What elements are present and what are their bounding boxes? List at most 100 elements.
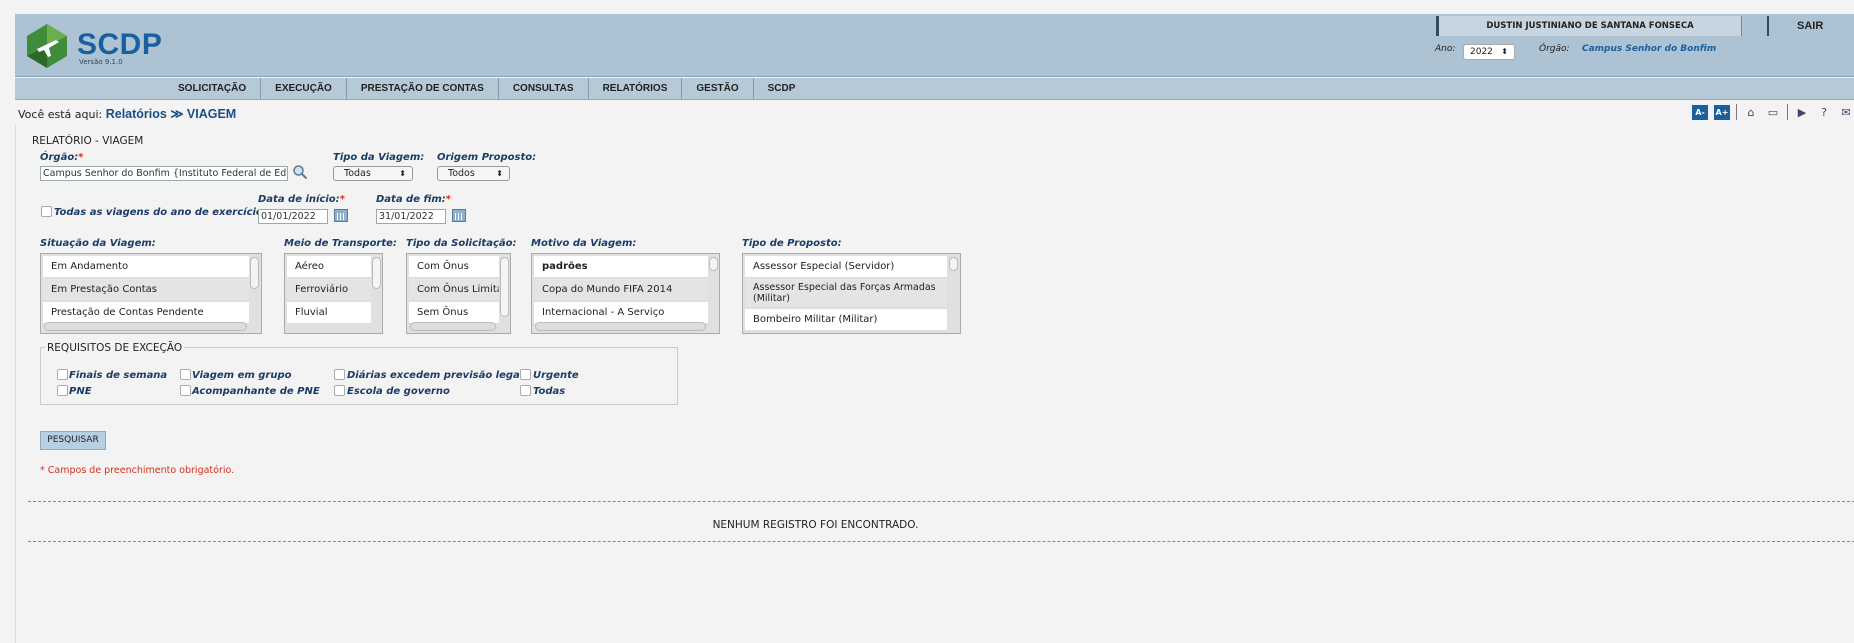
menu-prestacao-contas[interactable]: PRESTAÇÃO DE CONTAS <box>347 78 499 99</box>
list-item[interactable]: padrões <box>534 256 708 278</box>
horizontal-scrollbar[interactable] <box>410 322 496 331</box>
logout-separator <box>1767 16 1769 36</box>
select-arrows-icon: ⬍ <box>399 169 406 178</box>
select-arrows-icon: ⬍ <box>1501 47 1508 56</box>
home-icon[interactable]: ⌂ <box>1743 105 1759 120</box>
list-item[interactable]: Aéreo <box>287 256 371 278</box>
logo-text: SCDP <box>77 28 163 61</box>
list-item[interactable]: Ferroviário <box>287 279 371 301</box>
list-item[interactable]: Com Ônus Limitado <box>409 279 499 301</box>
vertical-scrollbar[interactable] <box>949 257 958 271</box>
menu-scdp[interactable]: SCDP <box>754 78 810 99</box>
font-decrease-icon[interactable]: A- <box>1692 104 1708 120</box>
divider <box>28 541 1854 542</box>
ano-select[interactable]: 2022 ⬍ <box>1463 44 1515 60</box>
tipo-viagem-select[interactable]: Todas ⬍ <box>333 166 413 181</box>
orgao-header-value[interactable]: Campus Senhor do Bonfim <box>1582 44 1716 54</box>
data-fim-label-text: Data de fim: <box>376 194 446 205</box>
diarias-excedem-checkbox[interactable] <box>334 369 345 380</box>
required-mark: * <box>78 152 84 163</box>
tipo-proposto-listbox[interactable]: Assessor Especial (Servidor) Assessor Es… <box>742 253 961 334</box>
list-item[interactable]: Em Andamento <box>43 256 249 278</box>
todas-viagens-checkbox[interactable] <box>41 206 52 217</box>
vertical-scrollbar[interactable] <box>709 257 718 271</box>
toolbar-separator <box>1787 104 1788 120</box>
menu-solicitacao[interactable]: SOLICITAÇÃO <box>164 78 262 99</box>
required-mark: * <box>445 194 452 205</box>
origem-value: Todos <box>448 168 475 179</box>
finais-semana-label: Finais de semana <box>69 370 168 381</box>
menu-execucao[interactable]: EXECUÇÃO <box>261 78 347 99</box>
toolbar: A- A+ ⌂ ▭ ▶ ? ✉ <box>1692 104 1854 120</box>
pne-checkbox[interactable] <box>57 385 68 396</box>
mail-icon[interactable]: ✉ <box>1838 105 1854 120</box>
list-item[interactable]: Com Ônus <box>409 256 499 278</box>
ano-label: Ano: <box>1435 44 1456 54</box>
vertical-scrollbar[interactable] <box>372 257 381 289</box>
video-icon[interactable]: ▶ <box>1794 105 1810 120</box>
calendar-icon[interactable] <box>452 209 466 222</box>
data-inicio-input[interactable]: 01/01/2022 <box>258 209 328 224</box>
list-item[interactable]: Internacional - A Serviço <box>534 302 708 324</box>
ano-value: 2022 <box>1470 47 1493 57</box>
orgao-label: Órgão:* <box>40 152 83 163</box>
todas-requisitos-label: Todas <box>533 386 566 397</box>
escola-governo-checkbox[interactable] <box>334 385 345 396</box>
divider <box>28 501 1854 502</box>
required-note: * Campos de preenchimento obrigatório. <box>40 465 235 476</box>
list-item[interactable]: Copa do Mundo FIFA 2014 <box>534 279 708 301</box>
origem-select[interactable]: Todos ⬍ <box>437 166 510 181</box>
breadcrumb-path[interactable]: Relatórios ≫ VIAGEM <box>106 107 236 121</box>
menu-consultas[interactable]: CONSULTAS <box>499 78 589 99</box>
tipo-viagem-label: Tipo da Viagem: <box>333 152 425 163</box>
list-item[interactable]: Fluvial <box>287 302 371 324</box>
pne-label: PNE <box>69 386 92 397</box>
meio-transporte-listbox[interactable]: Aéreo Ferroviário Fluvial <box>284 253 383 334</box>
data-fim-input[interactable]: 31/01/2022 <box>376 209 446 224</box>
diarias-excedem-label: Diárias excedem previsão legal <box>347 370 524 381</box>
menu-gestao[interactable]: GESTÃO <box>682 78 754 99</box>
data-inicio-label-text: Data de início: <box>258 194 340 205</box>
toolbar-separator <box>1736 104 1737 120</box>
orgao-input[interactable]: Campus Senhor do Bonfim {Instituto Feder… <box>40 166 288 181</box>
pesquisar-button[interactable]: PESQUISAR <box>40 431 106 450</box>
vertical-scrollbar[interactable] <box>250 257 259 289</box>
meio-transporte-label: Meio de Transporte: <box>284 238 397 249</box>
orgao-label-text: Órgão: <box>40 152 79 163</box>
list-item[interactable]: Assessor Especial (Servidor) <box>745 256 947 278</box>
help-icon[interactable]: ? <box>1816 105 1832 120</box>
list-item[interactable]: Assessor Especial das Forças Armadas (Mi… <box>745 279 947 308</box>
list-item[interactable]: Bombeiro Militar (Militar) <box>745 309 947 331</box>
urgente-checkbox[interactable] <box>520 369 531 380</box>
page-title: RELATÓRIO - VIAGEM <box>32 135 144 147</box>
font-increase-icon[interactable]: A+ <box>1714 104 1730 120</box>
situacao-listbox[interactable]: Em Andamento Em Prestação Contas Prestaç… <box>40 253 262 334</box>
horizontal-scrollbar[interactable] <box>44 322 247 331</box>
viagem-grupo-checkbox[interactable] <box>180 369 191 380</box>
finais-semana-checkbox[interactable] <box>57 369 68 380</box>
version-text: Versão 9.1.0 <box>79 58 123 66</box>
chat-icon[interactable]: ▭ <box>1765 105 1781 120</box>
motivo-listbox[interactable]: padrões Copa do Mundo FIFA 2014 Internac… <box>531 253 720 334</box>
data-fim-label: Data de fim:* <box>376 194 451 205</box>
list-item[interactable]: Prestação de Contas Pendente <box>43 302 249 324</box>
situacao-label: Situação da Viagem: <box>40 238 156 249</box>
menu-relatorios[interactable]: RELATÓRIOS <box>589 78 683 99</box>
calendar-icon[interactable] <box>334 209 348 222</box>
vertical-scrollbar[interactable] <box>500 257 509 317</box>
acompanhante-pne-checkbox[interactable] <box>180 385 191 396</box>
list-item[interactable]: Em Prestação Contas <box>43 279 249 301</box>
horizontal-scrollbar[interactable] <box>535 322 706 331</box>
breadcrumb-prefix: Você está aqui: <box>18 108 103 121</box>
tipo-viagem-value: Todas <box>344 168 371 179</box>
search-icon[interactable] <box>292 164 308 180</box>
tipo-solicitacao-listbox[interactable]: Com Ônus Com Ônus Limitado Sem Ônus <box>406 253 511 334</box>
viagem-grupo-label: Viagem em grupo <box>192 370 292 381</box>
todas-requisitos-checkbox[interactable] <box>520 385 531 396</box>
tipo-proposto-label: Tipo de Proposto: <box>742 238 842 249</box>
tipo-solicitacao-label: Tipo da Solicitação: <box>406 238 517 249</box>
list-item[interactable]: Sem Ônus <box>409 302 499 324</box>
scdp-logo-icon <box>27 24 67 68</box>
logout-button[interactable]: SAIR <box>1797 16 1823 36</box>
user-name: DUSTIN JUSTINIANO DE SANTANA FONSECA <box>1436 16 1742 36</box>
